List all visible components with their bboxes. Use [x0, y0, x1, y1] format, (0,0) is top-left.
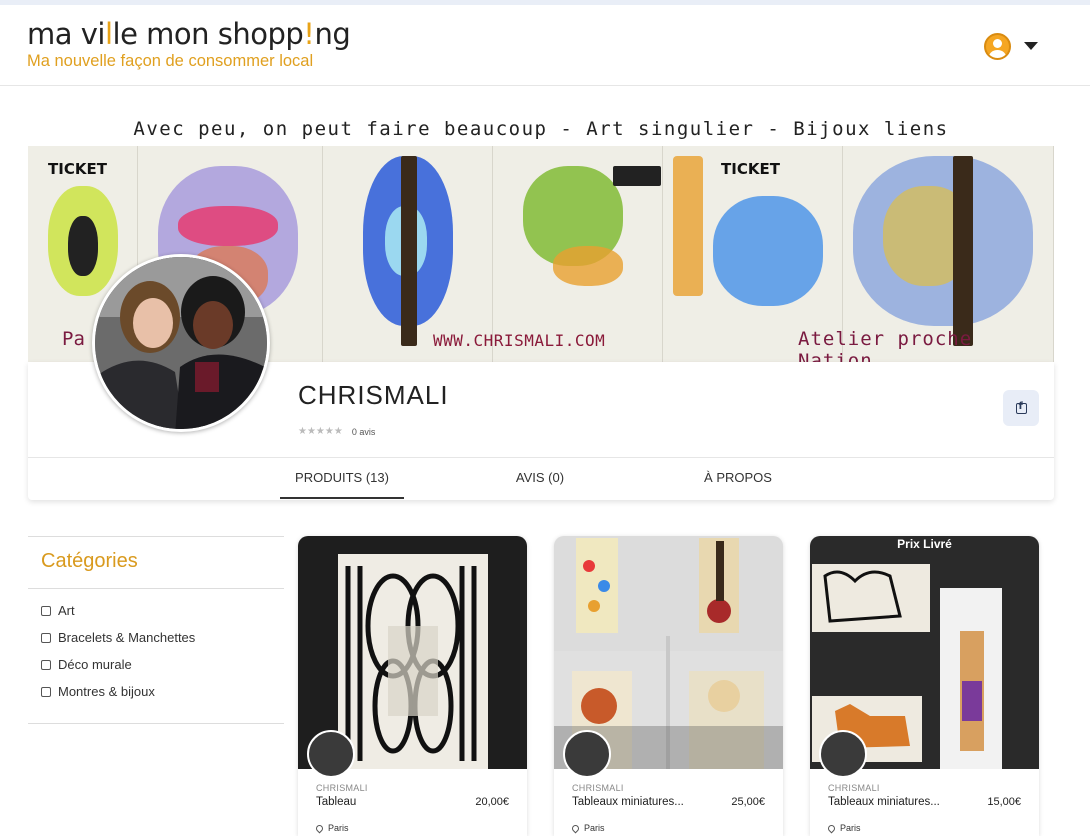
- shop-rating: ★★★★★ 0 avis: [298, 426, 375, 437]
- location-pin-icon: [570, 823, 581, 833]
- rating-stars: ★★★★★: [298, 426, 343, 437]
- facebook-icon: [1015, 401, 1027, 414]
- category-montres[interactable]: Montres & bijoux: [41, 684, 155, 699]
- product-price: 25,00€: [731, 796, 765, 808]
- product-seller: CHRISMALI: [316, 783, 368, 793]
- product-name[interactable]: Tableau: [316, 796, 446, 808]
- user-menu[interactable]: [984, 32, 1044, 60]
- product-seller: CHRISMALI: [572, 783, 624, 793]
- site-logo[interactable]: ma ville mon shopp!ng Ma nouvelle façon …: [27, 17, 351, 71]
- location-pin-icon: [314, 823, 325, 833]
- product-card[interactable]: CHRISMALI Tableaux miniatures... 25,00€ …: [554, 536, 783, 836]
- divider: [28, 588, 284, 589]
- product-card[interactable]: CHRISMALI Tableau 20,00€ Paris: [298, 536, 527, 836]
- tab-about[interactable]: À PROPOS: [678, 459, 798, 499]
- product-price: 20,00€: [475, 796, 509, 808]
- banner-url: WWW.CHRISMALI.COM: [433, 331, 606, 350]
- product-name[interactable]: Tableaux miniatures...: [828, 796, 958, 808]
- checkbox[interactable]: [41, 686, 51, 697]
- product-name[interactable]: Tableaux miniatures...: [572, 796, 702, 808]
- tab-reviews[interactable]: AVIS (0): [490, 459, 590, 499]
- shop-avatar: [92, 254, 270, 432]
- product-price: 15,00€: [987, 796, 1021, 808]
- tab-products[interactable]: PRODUITS (13): [280, 459, 404, 499]
- logo-wordmark: ma ville mon shopp!ng: [27, 17, 351, 51]
- user-avatar-icon[interactable]: [984, 32, 1011, 60]
- categories-title: Catégories: [41, 550, 138, 572]
- banner-right-text: Atelier proche Nation: [798, 328, 973, 362]
- review-count[interactable]: 0 avis: [352, 427, 376, 437]
- banner-left-text: Pa: [62, 328, 85, 350]
- location-pin-icon: [826, 823, 837, 833]
- shop-name: CHRISMALI: [298, 380, 449, 410]
- prize-badge: Prix Livré: [897, 537, 952, 551]
- caret-down-icon[interactable]: [1024, 42, 1038, 50]
- category-bracelets[interactable]: Bracelets & Manchettes: [41, 630, 195, 645]
- checkbox[interactable]: [41, 659, 51, 670]
- banner-title: Avec peu, on peut faire beaucoup - Art s…: [133, 118, 949, 140]
- checkbox[interactable]: [41, 605, 51, 616]
- seller-avatar: [563, 730, 611, 778]
- category-art[interactable]: Art: [41, 603, 75, 618]
- seller-avatar: [819, 730, 867, 778]
- categories-panel: Catégories Art Bracelets & Manchettes Dé…: [28, 536, 284, 724]
- shop-tabs: PRODUITS (13) AVIS (0) À PROPOS: [28, 459, 1054, 500]
- logo-tagline: Ma nouvelle façon de consommer local: [27, 52, 314, 70]
- site-header: ma ville mon shopp!ng Ma nouvelle façon …: [0, 5, 1090, 86]
- facebook-button[interactable]: [1003, 390, 1039, 426]
- seller-avatar: [307, 730, 355, 778]
- category-deco[interactable]: Déco murale: [41, 657, 132, 672]
- checkbox[interactable]: [41, 632, 51, 643]
- product-seller: CHRISMALI: [828, 783, 880, 793]
- product-card[interactable]: Prix Livré CHRISMALI Tableaux miniatures…: [810, 536, 1039, 836]
